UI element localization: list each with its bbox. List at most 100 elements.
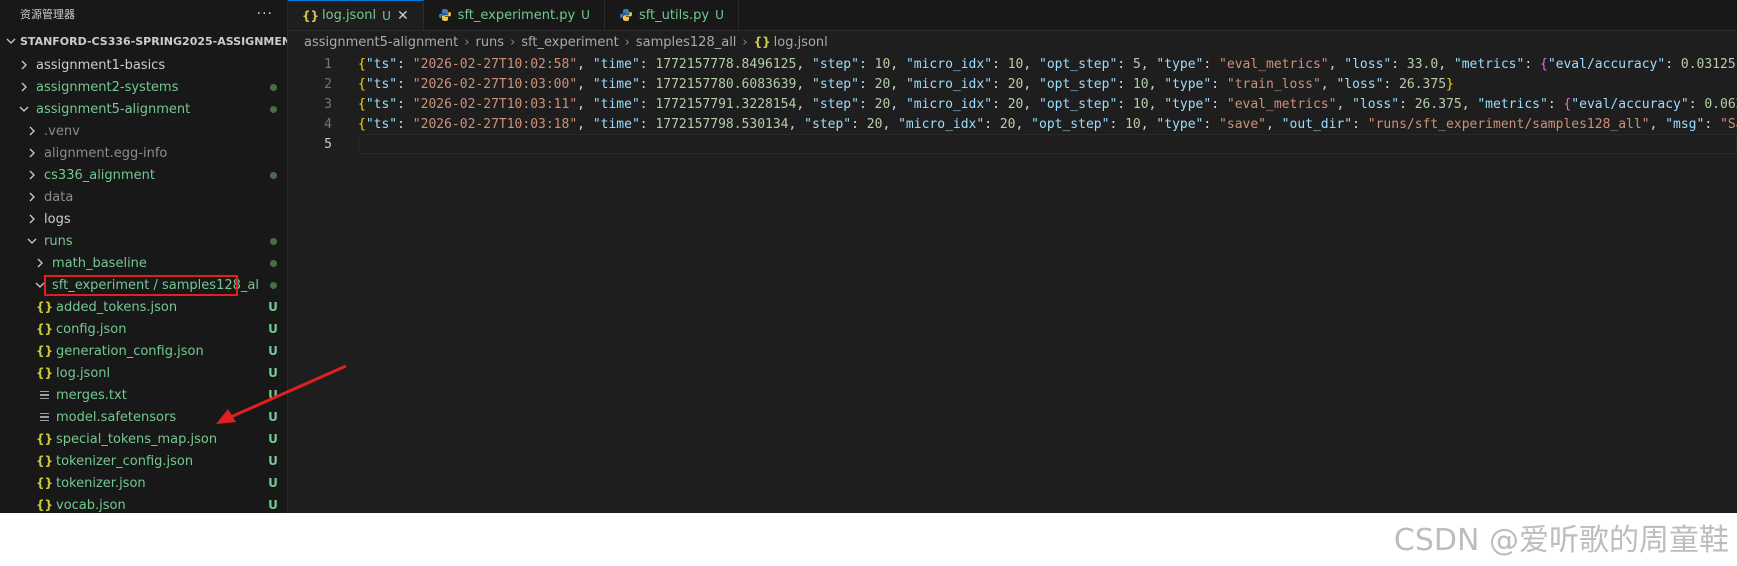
- git-status-badge: [259, 80, 287, 94]
- code-token: :: [1109, 116, 1126, 132]
- code-token: "loss": [1336, 76, 1384, 92]
- tree-item[interactable]: logs: [0, 208, 287, 230]
- code-token: "eval_metrics": [1226, 96, 1337, 112]
- git-status-badge: U: [268, 454, 278, 468]
- breadcrumb-item[interactable]: samples128_all: [636, 35, 737, 50]
- code-token: "train_loss": [1226, 76, 1321, 92]
- tree-item[interactable]: assignment1-basics: [0, 54, 287, 76]
- code-token: ,: [1336, 96, 1353, 112]
- code-token: ,: [796, 56, 812, 72]
- code-token: "ts": [365, 56, 398, 72]
- tree-item[interactable]: {} special_tokens_map.json U: [0, 428, 287, 450]
- git-status-badge: U: [268, 432, 278, 446]
- explorer-header: 资源管理器 ···: [0, 0, 287, 28]
- close-icon[interactable]: ✕: [397, 8, 409, 24]
- code-token: "2026-02-27T10:03:00": [412, 76, 578, 92]
- tree-item[interactable]: {} vocab.json U: [0, 494, 287, 516]
- modified-dot-icon: [269, 282, 277, 289]
- git-status-badge: U: [268, 498, 278, 512]
- code-token: ,: [1140, 56, 1157, 72]
- code-line: 4 {"ts": "2026-02-27T10:03:18", "time": 1…: [288, 114, 1737, 134]
- code-token: :: [639, 56, 656, 72]
- code-token: :: [1688, 96, 1705, 112]
- git-status-badge: U: [268, 300, 278, 314]
- code-token: ,: [882, 116, 899, 132]
- code-token: ,: [890, 56, 906, 72]
- code-token: "eval/accuracy": [1571, 96, 1689, 112]
- code-token: "time": [592, 96, 640, 112]
- code-token: "type": [1164, 96, 1212, 112]
- tree-item[interactable]: runs: [0, 230, 287, 252]
- code-token: 20: [866, 116, 883, 132]
- more-actions-icon[interactable]: ···: [257, 6, 273, 22]
- code-token: "out_dir": [1281, 116, 1353, 132]
- code-editor[interactable]: 1 {"ts": "2026-02-27T10:02:58", "time": 1…: [288, 54, 1737, 513]
- code-token: ,: [890, 76, 906, 92]
- code-token: :: [397, 56, 413, 72]
- tab-label: sft_experiment.py: [457, 7, 576, 23]
- tab-log-jsonl[interactable]: {} log.jsonl U ✕: [288, 0, 424, 30]
- code-token: }: [1446, 76, 1454, 92]
- code-token: "ts": [365, 116, 398, 132]
- tree-item[interactable]: {} generation_config.json U: [0, 340, 287, 362]
- code-token: :: [992, 56, 1008, 72]
- code-token: "opt_step": [1039, 76, 1118, 92]
- git-status-badge: [259, 234, 287, 248]
- json-file-icon: {}: [36, 322, 54, 336]
- code-token: ,: [1140, 116, 1157, 132]
- code-token: ,: [1023, 76, 1039, 92]
- code-token: 26.375: [1399, 76, 1447, 92]
- tree-item[interactable]: assignment2-systems: [0, 76, 287, 98]
- code-token: 20: [1007, 76, 1024, 92]
- workspace-root[interactable]: STANFORD-CS336-SPRING2025-ASSIGNMENTS [.…: [0, 28, 287, 54]
- tab-sft_utils-py[interactable]: sft_utils.py U: [605, 0, 739, 30]
- code-token: ,: [577, 56, 593, 72]
- git-status-badge: U: [268, 344, 278, 358]
- tree-item-label: config.json: [56, 321, 127, 337]
- code-token: "time": [592, 56, 640, 72]
- file-tree: assignment1-basics assignment2-systems ass…: [0, 54, 287, 516]
- git-status-badge: [259, 278, 287, 292]
- code-token: 1772157791.3228154: [655, 96, 797, 112]
- json-file-icon: {}: [36, 344, 54, 358]
- tab-sft_experiment-py[interactable]: sft_experiment.py U: [424, 0, 605, 30]
- tree-item-label: tokenizer.json: [56, 475, 146, 491]
- tree-item[interactable]: data: [0, 186, 287, 208]
- code-token: :: [639, 116, 656, 132]
- code-token: ,: [1438, 56, 1454, 72]
- json-file-icon: {}: [36, 432, 54, 446]
- code-token: :: [1203, 56, 1220, 72]
- tree-item[interactable]: {} config.json U: [0, 318, 287, 340]
- tree-item[interactable]: .venv: [0, 120, 287, 142]
- code-token: 10: [1007, 56, 1024, 72]
- tree-item[interactable]: math_baseline: [0, 252, 287, 274]
- code-token: :: [639, 76, 656, 92]
- code-token: ,: [1023, 96, 1039, 112]
- chevron-right-icon: [24, 189, 40, 205]
- line-number: 4: [324, 116, 332, 132]
- tree-item[interactable]: assignment5-alignment: [0, 98, 287, 120]
- code-token: "opt_step": [1039, 56, 1118, 72]
- code-token: 0.0625: [1704, 96, 1737, 112]
- line-number: 5: [324, 136, 332, 152]
- breadcrumb-item[interactable]: log.jsonl: [774, 35, 828, 50]
- tree-item[interactable]: cs336_alignment: [0, 164, 287, 186]
- json-file-icon: {}: [36, 498, 54, 512]
- modified-dot-icon: [269, 238, 277, 245]
- tree-item[interactable]: sft_experiment / samples128_all: [0, 274, 287, 296]
- code-token: 10: [1132, 96, 1149, 112]
- tree-item[interactable]: alignment.egg-info: [0, 142, 287, 164]
- tree-item[interactable]: {} tokenizer.json U: [0, 472, 287, 494]
- code-token: ,: [1461, 96, 1478, 112]
- breadcrumb-item[interactable]: sft_experiment: [521, 35, 618, 50]
- tree-item[interactable]: {} tokenizer_config.json U: [0, 450, 287, 472]
- breadcrumb-item[interactable]: assignment5-alignment: [304, 35, 458, 50]
- code-token: "save": [1219, 116, 1267, 132]
- breadcrumb-item[interactable]: runs: [475, 35, 504, 50]
- tree-item-label: assignment2-systems: [36, 79, 179, 95]
- chevron-right-icon: [16, 57, 32, 73]
- code-token: "micro_idx": [898, 116, 985, 132]
- tree-item-label: sft_experiment / samples128_all: [52, 277, 259, 293]
- tree-item[interactable]: {} added_tokens.json U: [0, 296, 287, 318]
- code-token: "time": [592, 76, 640, 92]
